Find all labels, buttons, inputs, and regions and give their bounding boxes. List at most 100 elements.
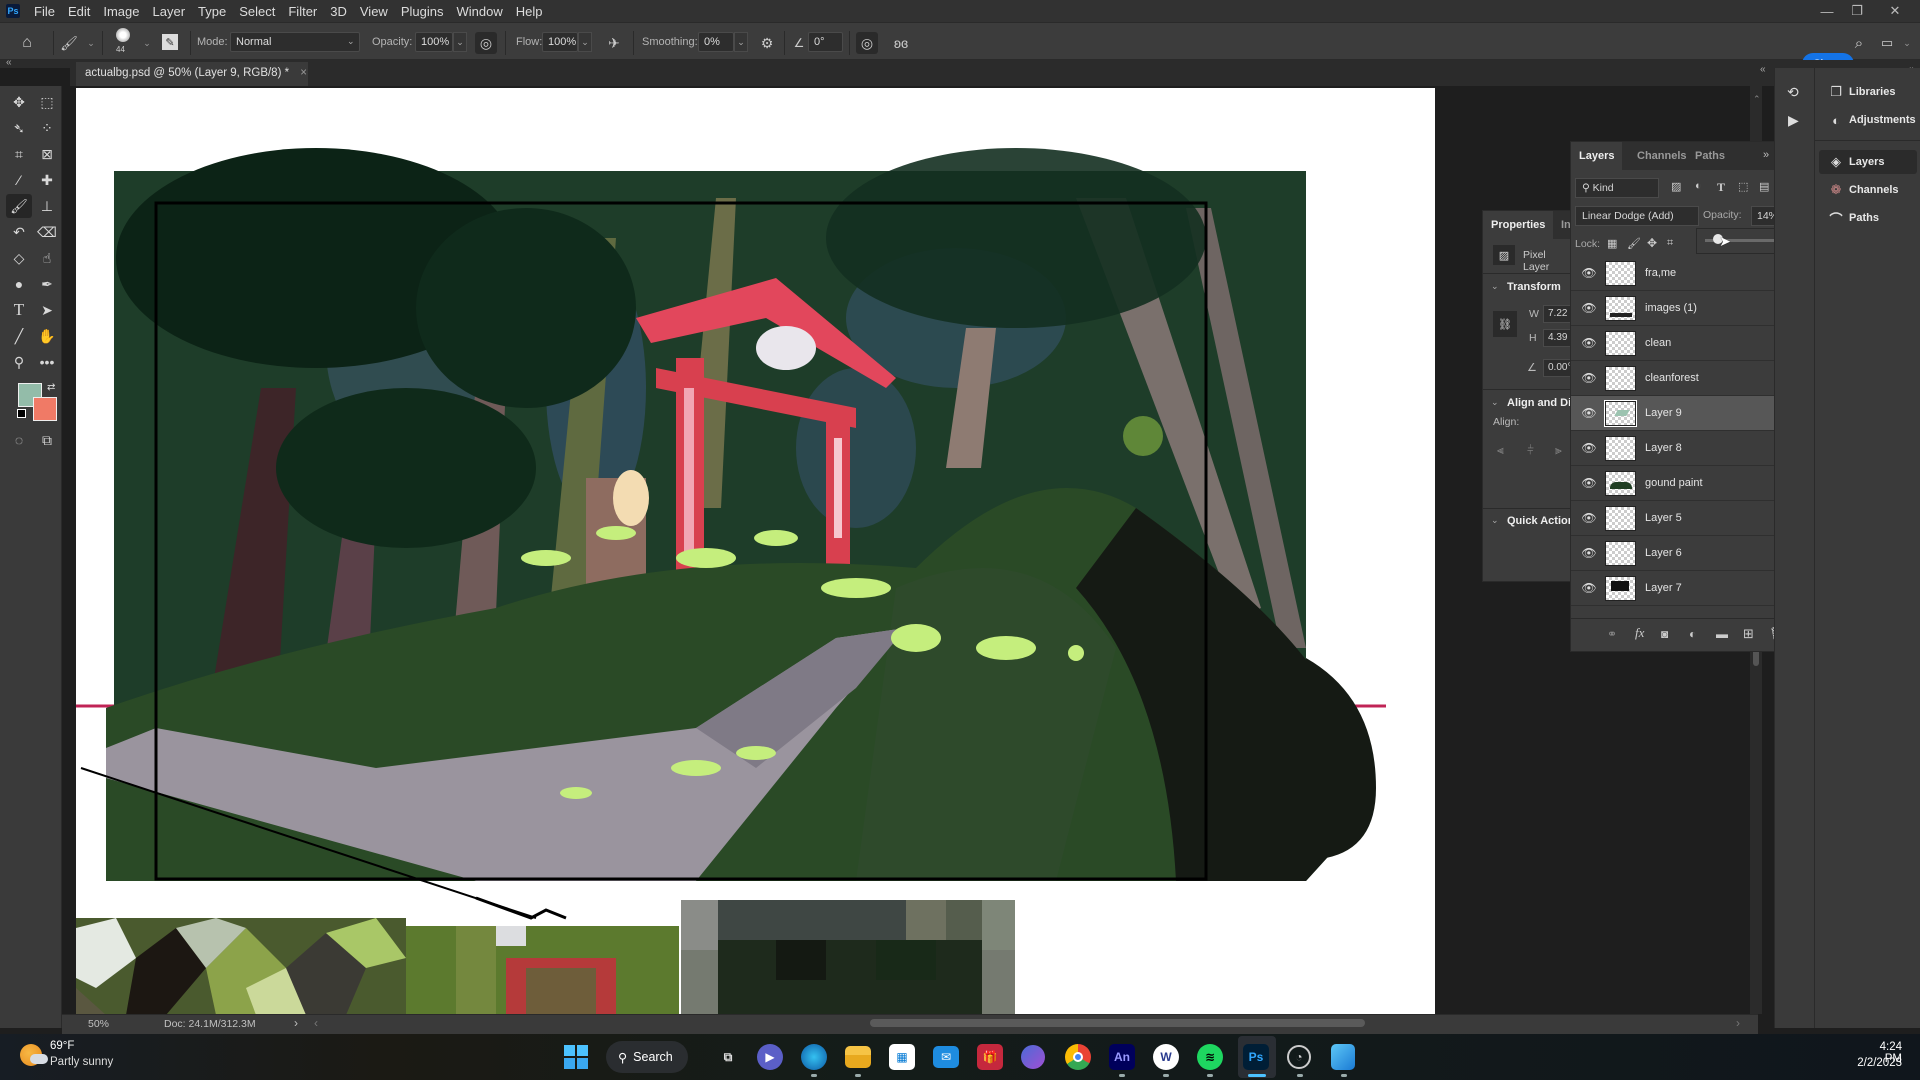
screen-mode-icon[interactable]: ⧉ xyxy=(34,428,60,452)
quick-actions-section-title[interactable]: Quick Action xyxy=(1507,515,1571,527)
menu-plugins[interactable]: Plugins xyxy=(395,4,451,19)
document-canvas[interactable] xyxy=(76,88,1435,1015)
default-colors-icon[interactable] xyxy=(17,409,26,418)
collapse-panel-icon[interactable]: » xyxy=(1763,149,1769,161)
dock-layers[interactable]: ◈ Layers xyxy=(1819,150,1917,174)
weather-desc[interactable]: Partly sunny xyxy=(50,1056,113,1068)
scroll-right-icon[interactable]: › xyxy=(1736,1016,1740,1030)
filter-kind-select[interactable]: ⚲ Kind xyxy=(1575,178,1659,198)
photos-icon[interactable] xyxy=(1331,1044,1355,1070)
menu-window[interactable]: Window xyxy=(450,4,509,19)
chevron-down-icon[interactable]: ⌄ xyxy=(1491,397,1499,408)
taskbar-search[interactable]: ⚲ Search xyxy=(606,1041,688,1073)
layer-name[interactable]: Layer 9 xyxy=(1645,407,1682,419)
menu-help[interactable]: Help xyxy=(510,4,550,19)
menu-type[interactable]: Type xyxy=(192,4,233,19)
menu-select[interactable]: Select xyxy=(233,4,282,19)
filter-shape-icon[interactable]: ⬚ xyxy=(1738,180,1748,193)
width-field[interactable]: 7.22 i xyxy=(1543,305,1571,323)
tab-layers[interactable]: Layers xyxy=(1571,142,1623,170)
dodge-tool-icon[interactable]: ● xyxy=(6,272,32,296)
restore-button[interactable]: ❐ xyxy=(1842,0,1872,22)
history-brush-tool-icon[interactable]: ↶ xyxy=(6,220,32,244)
brush-tip-icon[interactable] xyxy=(116,28,130,42)
close-button[interactable]: ✕ xyxy=(1880,0,1910,22)
workspace-icon[interactable]: ▭ xyxy=(1876,32,1898,54)
flow-field[interactable]: 100% xyxy=(542,32,578,52)
paint-bucket-tool-icon[interactable]: ◇ xyxy=(6,246,32,270)
gear-icon[interactable]: ⚙ xyxy=(756,32,778,54)
dock-paths[interactable]: ⌒ Paths xyxy=(1819,206,1917,230)
visibility-eye-icon[interactable]: 👁 xyxy=(1581,371,1597,385)
layer-row[interactable]: 👁 Layer 5 xyxy=(1571,501,1789,536)
visibility-eye-icon[interactable]: 👁 xyxy=(1581,546,1597,560)
visibility-eye-icon[interactable]: 👁 xyxy=(1581,581,1597,595)
collapse-toolbar-icon[interactable]: « xyxy=(6,57,12,68)
lasso-tool-icon[interactable]: ➴ xyxy=(6,116,32,140)
fx-icon[interactable]: fx xyxy=(1635,625,1644,641)
lock-position-icon[interactable]: ✥ xyxy=(1647,236,1657,250)
pressure-opacity-icon[interactable]: ◎ xyxy=(475,32,497,54)
teams-icon[interactable]: ▶ xyxy=(757,1044,783,1070)
mode-select[interactable]: Normal xyxy=(230,32,360,52)
angle-field[interactable]: 0° xyxy=(808,32,843,52)
menu-3d[interactable]: 3D xyxy=(324,4,354,19)
scroll-left-icon[interactable]: ‹ xyxy=(314,1016,318,1030)
brush-preset-icon[interactable]: 🖌 xyxy=(58,32,80,54)
lock-artboard-icon[interactable]: ⌗ xyxy=(1667,237,1673,250)
smudge-tool-icon[interactable]: ☝ xyxy=(34,246,60,270)
brush-tool-icon[interactable]: 🖌 xyxy=(6,194,32,218)
smoothing-dropdown[interactable]: ⌄ xyxy=(734,32,748,52)
filter-pixel-icon[interactable]: ▨ xyxy=(1671,180,1681,193)
visibility-eye-icon[interactable]: 👁 xyxy=(1581,476,1597,490)
animate-icon[interactable]: An xyxy=(1109,1044,1135,1070)
pressure-size-icon[interactable]: ◎ xyxy=(856,32,878,54)
edge-icon[interactable] xyxy=(801,1044,827,1070)
layer-row[interactable]: 👁 gound paint xyxy=(1571,466,1789,501)
home-icon[interactable]: ⌂ xyxy=(16,32,38,54)
path-select-tool-icon[interactable]: ➤ xyxy=(34,298,60,322)
lock-image-icon[interactable]: 🖌 xyxy=(1627,237,1641,250)
visibility-eye-icon[interactable]: 👁 xyxy=(1581,301,1597,315)
chevron-down-icon[interactable]: ⌄ xyxy=(1491,281,1499,292)
tab-channels[interactable]: Channels xyxy=(1629,142,1695,170)
layer-row-selected[interactable]: 👁 Layer 9 xyxy=(1571,396,1789,431)
filter-type-icon[interactable]: T xyxy=(1717,180,1725,195)
more-tools-icon[interactable]: ••• xyxy=(34,350,60,374)
file-explorer-icon[interactable] xyxy=(845,1046,871,1068)
layer-row[interactable]: 👁 Layer 6 xyxy=(1571,536,1789,571)
menu-view[interactable]: View xyxy=(354,4,395,19)
visibility-eye-icon[interactable]: 👁 xyxy=(1581,406,1597,420)
actions-play-icon[interactable]: ▶ xyxy=(1788,112,1799,129)
task-view-icon[interactable]: ⧉ xyxy=(713,1042,743,1072)
horizontal-scroll-thumb[interactable] xyxy=(870,1019,1365,1027)
visibility-eye-icon[interactable]: 👁 xyxy=(1581,511,1597,525)
flow-dropdown[interactable]: ⌄ xyxy=(578,32,592,52)
hand-tool-icon[interactable]: ✋ xyxy=(34,324,60,348)
dock-adjustments[interactable]: ◐ Adjustments xyxy=(1819,108,1917,132)
store-icon[interactable]: ▦ xyxy=(889,1044,915,1070)
menu-layer[interactable]: Layer xyxy=(147,4,193,19)
align-center-icon[interactable]: ⫩ xyxy=(1527,443,1534,458)
visibility-eye-icon[interactable]: 👁 xyxy=(1581,266,1597,280)
link-layers-icon[interactable]: ⚭ xyxy=(1607,627,1617,641)
history-icon[interactable]: ⟲ xyxy=(1787,84,1799,101)
eraser-tool-icon[interactable]: ⌫ xyxy=(34,220,60,244)
frame-tool-icon[interactable]: ⊠ xyxy=(34,142,60,166)
visibility-eye-icon[interactable]: 👁 xyxy=(1581,441,1597,455)
add-mask-icon[interactable]: ◙ xyxy=(1661,627,1668,641)
healing-tool-icon[interactable]: ✚ xyxy=(34,168,60,192)
layer-name[interactable]: clean xyxy=(1645,337,1671,349)
angle-field[interactable]: 0.00° xyxy=(1543,359,1571,377)
background-color-swatch[interactable] xyxy=(33,397,57,421)
lock-transparent-icon[interactable]: ▦ xyxy=(1607,237,1617,250)
crop-tool-icon[interactable]: ⌗ xyxy=(6,142,32,166)
obs-icon[interactable]: ◔ xyxy=(1287,1045,1311,1069)
line-tool-icon[interactable]: ╱ xyxy=(6,324,32,348)
chevron-down-icon[interactable]: ⌄ xyxy=(136,32,158,54)
menu-edit[interactable]: Edit xyxy=(62,4,97,19)
layer-name[interactable]: Layer 7 xyxy=(1645,582,1682,594)
eyedropper-tool-icon[interactable]: ⁄ xyxy=(6,168,32,192)
menu-image[interactable]: Image xyxy=(97,4,146,19)
zoom-level[interactable]: 50% xyxy=(88,1018,109,1030)
